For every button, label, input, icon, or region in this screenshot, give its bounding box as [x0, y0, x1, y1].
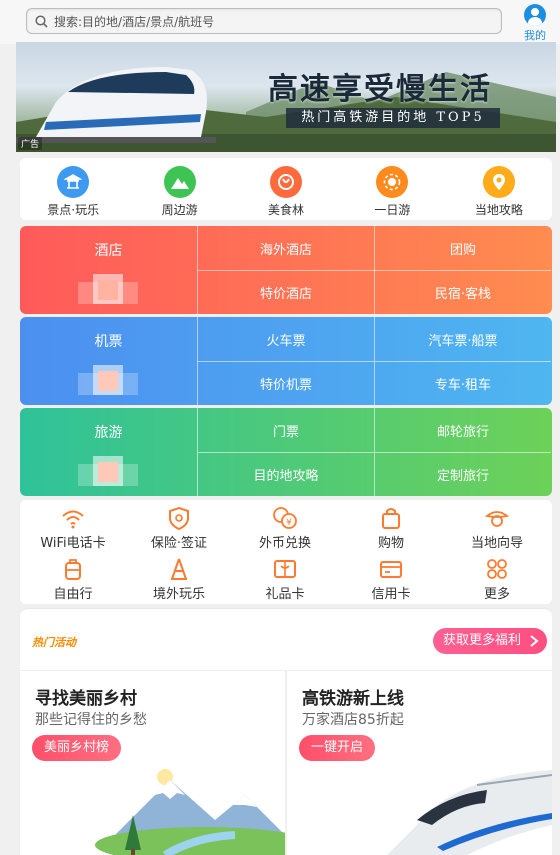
quick-nav-label: 美食林 [268, 203, 305, 217]
quick-nav-day-trip[interactable]: 一日游 [339, 158, 445, 220]
quick-nav-local-guide[interactable]: 当地攻略 [446, 158, 552, 220]
special-hotel-button[interactable]: 特价酒店 [197, 270, 374, 314]
service-label: WiFi电话卡 [40, 536, 106, 551]
quick-nav-nearby[interactable]: 周边游 [126, 158, 232, 220]
travel-button[interactable]: 旅游 [20, 408, 197, 496]
service-label: 境外玩乐 [152, 587, 205, 602]
shield-icon [169, 506, 189, 530]
mountain-landscape-image [95, 769, 285, 855]
sun-icon [376, 166, 409, 198]
hotel-button[interactable]: 酒店 [20, 226, 197, 314]
service-more[interactable]: 更多 [444, 557, 550, 602]
flight-button[interactable]: 机票 [20, 317, 197, 405]
quick-nav-scenic[interactable]: 景点·玩乐 [20, 158, 126, 220]
train-ticket-button[interactable]: 火车票 [197, 317, 374, 361]
tickets-button[interactable]: 门票 [197, 408, 374, 452]
hotel-section: 酒店 海外酒店 团购 特价酒店 民宿·客栈 [20, 226, 552, 314]
quick-nav-label: 景点·玩乐 [47, 203, 100, 217]
service-shopping[interactable]: 购物 [338, 506, 444, 551]
travel-label: 旅游 [94, 425, 123, 441]
service-local-guide[interactable]: 当地向导 [444, 506, 550, 551]
tower-icon [171, 558, 187, 580]
overseas-hotel-button[interactable]: 海外酒店 [197, 226, 374, 270]
search-icon [35, 14, 48, 28]
cruise-button[interactable]: 邮轮旅行 [374, 408, 551, 452]
service-label: 外币兑换 [258, 536, 311, 551]
service-wifi[interactable]: WiFi电话卡 [20, 506, 126, 551]
service-label: 保险·签证 [150, 536, 208, 551]
banner-title: 高速享受慢生活 [268, 72, 492, 107]
building-icon [78, 274, 138, 304]
more-icon [487, 559, 507, 579]
service-label: 当地向导 [470, 536, 523, 551]
service-insurance[interactable]: 保险·签证 [126, 506, 232, 551]
pavilion-icon [57, 166, 90, 198]
chevron-right-icon [530, 635, 539, 647]
service-label: 购物 [377, 536, 404, 551]
quick-nav-label: 一日游 [374, 203, 411, 217]
wifi-icon [62, 510, 84, 529]
card-village[interactable]: 寻找美丽乡村 那些记得住的乡愁 美丽乡村榜 [20, 671, 285, 855]
homestay-button[interactable]: 民宿·客栈 [374, 270, 551, 314]
service-label: 信用卡 [371, 587, 411, 602]
more-benefits-label: 获取更多福利 [443, 633, 522, 648]
service-free-travel[interactable]: 自由行 [20, 557, 126, 602]
flight-label: 机票 [94, 334, 123, 350]
hot-activities-tag: 热门活动 [32, 636, 76, 649]
quick-nav: 景点·玩乐 周边游 美食林 一日游 当地攻略 [20, 158, 552, 220]
service-label: 自由行 [53, 587, 93, 602]
more-benefits-button[interactable]: 获取更多福利 [433, 628, 547, 654]
hot-activities: 热门活动 获取更多福利 [20, 608, 552, 670]
start-now-button[interactable]: 一键开启 [299, 735, 376, 761]
top-bar: 搜索:目的地/酒店/景点/航班号 我的 [0, 0, 560, 44]
guide-icon [484, 511, 510, 527]
hotel-label: 酒店 [94, 243, 123, 259]
bus-ship-ticket-button[interactable]: 汽车票·船票 [374, 317, 551, 361]
travel-section: 旅游 门票 邮轮旅行 目的地攻略 定制旅行 [20, 408, 552, 496]
building-icon [78, 456, 138, 486]
service-credit-card[interactable]: 信用卡 [338, 557, 444, 602]
services-panel: WiFi电话卡 保险·签证 ¥ 外币兑换 购物 当地向导 自由行 境外玩乐 礼品… [20, 500, 552, 604]
card-title: 高铁游新上线 [302, 689, 404, 709]
quick-nav-food[interactable]: 美食林 [233, 158, 339, 220]
promo-banner[interactable]: 高速享受慢生活 热门高铁游目的地 TOP5 广告 [16, 42, 556, 152]
destination-guide-button[interactable]: 目的地攻略 [197, 452, 374, 496]
credit-card-icon [380, 561, 402, 578]
mountain-icon [163, 166, 196, 198]
building-icon [78, 365, 138, 395]
card-desc: 那些记得住的乡愁 [35, 712, 147, 728]
svg-text:¥: ¥ [286, 518, 292, 528]
service-label: 更多 [483, 587, 510, 602]
card-title: 寻找美丽乡村 [35, 689, 137, 709]
bag-icon [382, 508, 400, 529]
custom-travel-button[interactable]: 定制旅行 [374, 452, 551, 496]
village-ranking-button[interactable]: 美丽乡村榜 [32, 735, 122, 761]
service-label: 礼品卡 [265, 587, 305, 602]
my-profile-button[interactable]: 我的 [518, 4, 552, 43]
special-flight-button[interactable]: 特价机票 [197, 361, 374, 405]
luggage-icon [65, 559, 81, 580]
service-overseas-fun[interactable]: 境外玩乐 [126, 557, 232, 602]
card-desc: 万家酒店85折起 [302, 712, 404, 728]
train-graphic [16, 67, 216, 143]
location-icon [482, 166, 515, 198]
card-high-speed-rail[interactable]: 高铁游新上线 万家酒店85折起 一键开启 [287, 671, 552, 855]
flight-section: 机票 火车票 汽车票·船票 特价机票 专车·租车 [20, 317, 552, 405]
gift-card-icon [274, 560, 296, 578]
quick-nav-label: 当地攻略 [474, 203, 523, 217]
my-profile-label: 我的 [524, 29, 546, 42]
search-input[interactable]: 搜索:目的地/酒店/景点/航班号 [26, 8, 502, 34]
train-image [387, 770, 552, 855]
group-buy-button[interactable]: 团购 [374, 226, 551, 270]
ad-label: 广告 [18, 137, 43, 150]
car-rental-button[interactable]: 专车·租车 [374, 361, 551, 405]
service-currency[interactable]: ¥ 外币兑换 [232, 506, 338, 551]
search-placeholder: 搜索:目的地/酒店/景点/航班号 [54, 14, 215, 29]
food-icon [270, 166, 303, 198]
banner-subtitle: 热门高铁游目的地 TOP5 [286, 108, 500, 128]
service-gift-card[interactable]: 礼品卡 [232, 557, 338, 602]
avatar-icon [524, 4, 546, 26]
quick-nav-label: 周边游 [161, 203, 198, 217]
currency-icon: ¥ [273, 507, 297, 529]
